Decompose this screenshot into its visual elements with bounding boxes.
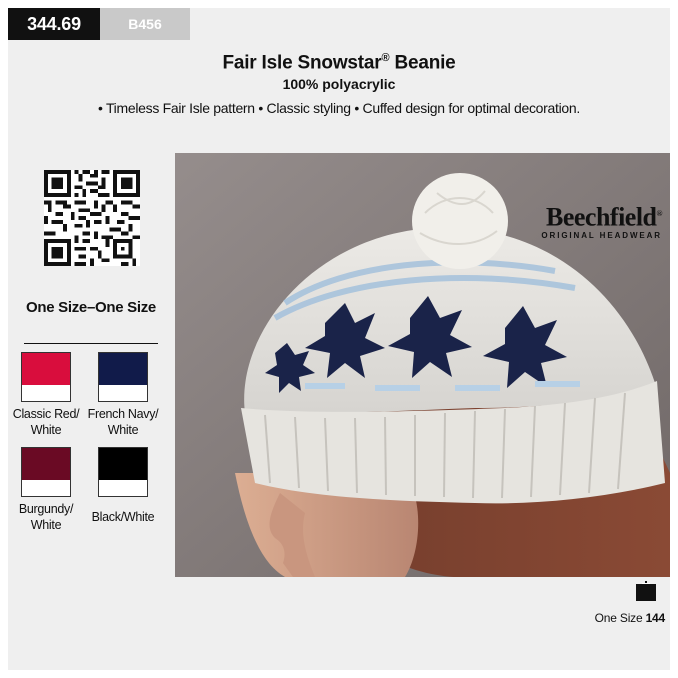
color-label-french-navy: French Navy/ White <box>85 406 161 438</box>
brand-name: Beechfield® <box>512 201 663 232</box>
color-swatch-black <box>98 447 148 497</box>
product-title: Fair Isle Snowstar® Beanie <box>8 46 670 75</box>
brand-tagline: ORIGINAL HEADWEAR <box>541 230 662 240</box>
color-option-burgundy: Burgundy/ White <box>8 447 84 533</box>
color-label-line-2: White <box>30 423 62 437</box>
color-label-black: Black/White <box>85 509 161 525</box>
color-label-line-1: French Navy/ <box>87 407 159 421</box>
sku-tag: B456 <box>100 8 190 40</box>
color-label-line-1: Classic Red/ <box>12 407 80 421</box>
size-count-line: One Size 144 <box>575 610 666 626</box>
size-chart: One Size 144 <box>575 580 665 626</box>
color-option-classic-red: Classic Red/ White <box>8 352 84 438</box>
product-title-text: Fair Isle Snowstar <box>222 52 382 74</box>
size-count: 144 <box>645 611 666 625</box>
size-label: One Size <box>594 611 643 625</box>
product-title-suffix: Beanie <box>389 52 456 74</box>
price-tag: 344.69 <box>8 8 100 40</box>
brand-name-text: Beechfield <box>545 202 657 232</box>
color-swatch-classic-red <box>21 352 71 402</box>
product-features: • Timeless Fair Isle pattern • Classic s… <box>98 100 580 117</box>
qr-code-icon <box>44 170 140 266</box>
swatch-color-fill <box>99 353 147 385</box>
color-swatch-burgundy <box>21 447 71 497</box>
product-photo: Beechfield® ORIGINAL HEADWEAR <box>175 153 670 577</box>
swatch-color-fill <box>22 353 70 385</box>
size-heading: One Size–One Size <box>26 299 156 316</box>
product-material: 100% polyacrylic <box>282 76 396 93</box>
box-icon <box>636 581 656 601</box>
brand-registered-mark: ® <box>656 209 663 218</box>
swatch-color-fill <box>22 448 70 480</box>
color-label-line-2: White <box>107 423 139 437</box>
size-divider <box>24 343 158 344</box>
swatch-color-fill <box>99 448 147 480</box>
brand-logo: Beechfield® ORIGINAL HEADWEAR <box>512 201 662 241</box>
color-label-line-1: Black/White <box>91 510 155 524</box>
color-option-black: Black/White <box>85 447 161 525</box>
color-label-line-1: Burgundy/ <box>18 502 74 516</box>
color-option-french-navy: French Navy/ White <box>85 352 161 438</box>
color-label-burgundy: Burgundy/ White <box>8 501 84 533</box>
color-label-classic-red: Classic Red/ White <box>8 406 84 438</box>
color-swatch-french-navy <box>98 352 148 402</box>
color-label-line-2: White <box>30 518 62 532</box>
product-header: Fair Isle Snowstar® Beanie 100% polyacry… <box>8 46 670 117</box>
